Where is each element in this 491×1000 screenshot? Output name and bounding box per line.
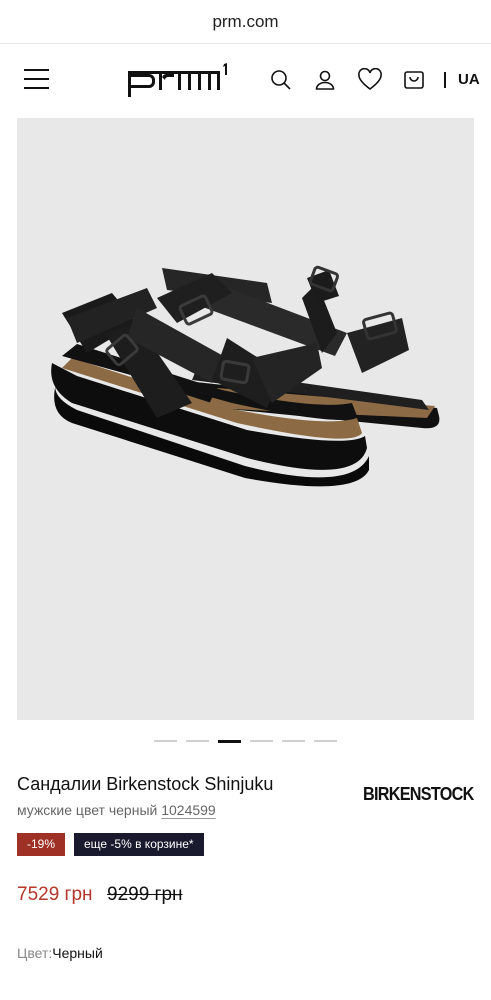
hamburger-menu-icon[interactable]	[24, 69, 49, 89]
product-sku[interactable]: 1024599	[161, 802, 216, 818]
discount-badge: -19%	[17, 833, 66, 856]
color-label: Цвет:	[17, 945, 53, 961]
color-value: Черный	[52, 945, 103, 961]
browser-url: prm.com	[212, 11, 279, 31]
gallery-dot[interactable]	[314, 740, 337, 742]
color-selector[interactable]: Цвет:Черный	[17, 945, 103, 961]
brand-logo[interactable]: BIRKENSTOCK	[363, 784, 474, 805]
language-divider	[444, 72, 446, 88]
product-image-gallery[interactable]	[17, 118, 474, 720]
gallery-dot[interactable]	[154, 740, 177, 742]
heart-icon[interactable]	[356, 66, 384, 94]
cart-promo-badge: еще -5% в корзине*	[74, 833, 204, 856]
shopping-bag-icon[interactable]	[400, 66, 428, 94]
search-icon[interactable]	[267, 66, 295, 94]
product-title: Сандалии Birkenstock Shinjuku	[17, 774, 274, 794]
product-description: мужские цвет черный	[17, 802, 158, 818]
current-price: 7529 грн	[17, 884, 93, 905]
prm-logo[interactable]	[126, 62, 232, 102]
browser-url-bar[interactable]: prm.com	[0, 0, 491, 44]
site-header: UA	[0, 44, 491, 116]
user-icon[interactable]	[311, 66, 339, 94]
product-subtitle: мужские цвет черный 1024599	[17, 802, 216, 818]
language-switch[interactable]: UA	[458, 71, 480, 88]
gallery-dot-active[interactable]	[218, 739, 241, 743]
gallery-dot[interactable]	[186, 740, 209, 742]
old-price: 9299 грн	[107, 884, 183, 905]
product-image	[51, 265, 440, 487]
gallery-pagination	[154, 739, 337, 743]
gallery-dot[interactable]	[282, 740, 305, 742]
gallery-dot[interactable]	[250, 740, 273, 742]
